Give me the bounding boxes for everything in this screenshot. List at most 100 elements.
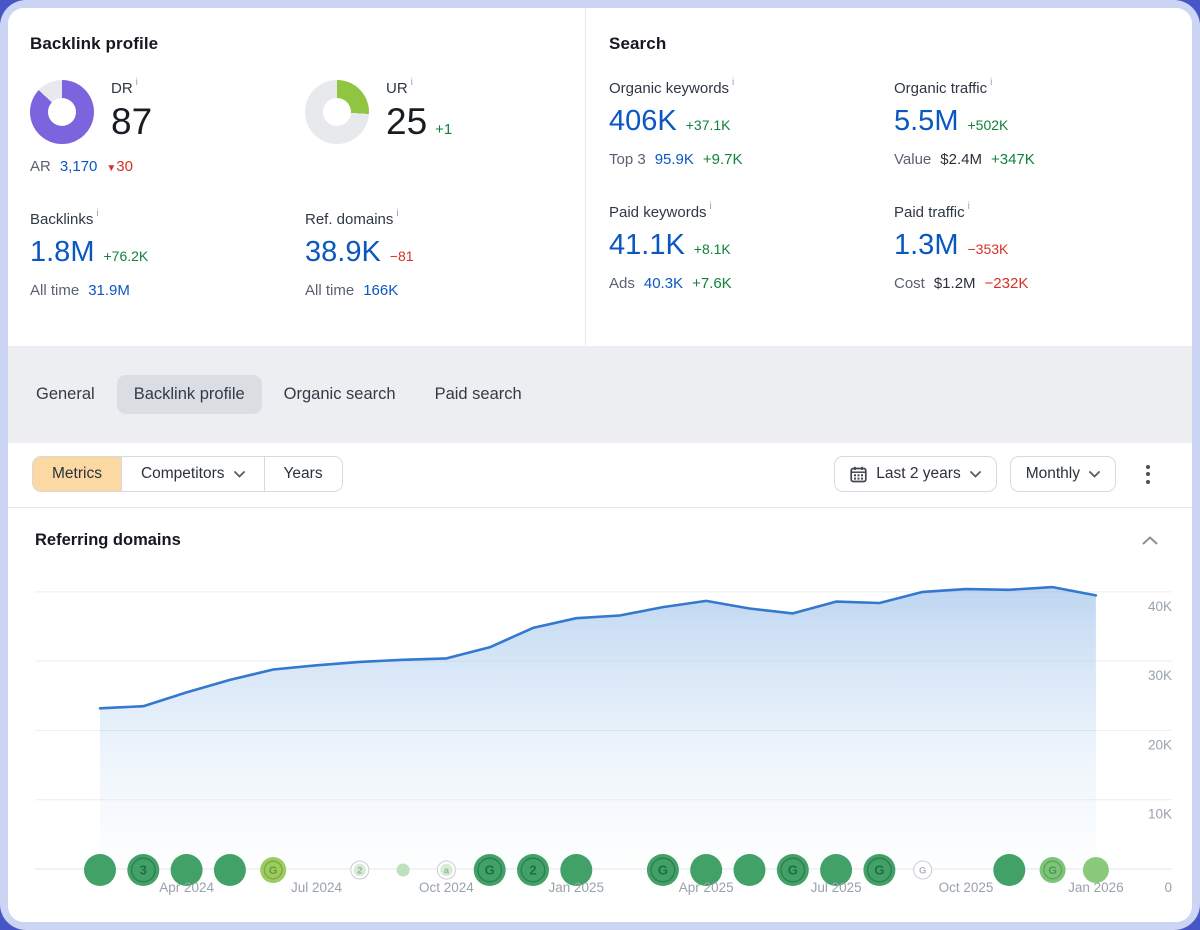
y-axis-label: 30K bbox=[1148, 668, 1172, 683]
marker-glyph: G bbox=[269, 865, 278, 877]
ads-value[interactable]: 40.3K bbox=[644, 275, 683, 292]
organic-traffic-value[interactable]: 5.5M bbox=[894, 105, 958, 138]
paid-traffic-metric: Paid traffic i 1.3M −353K Cost $1.2M −23… bbox=[894, 204, 1182, 292]
info-icon[interactable]: i bbox=[136, 77, 138, 88]
timeline-marker[interactable] bbox=[84, 854, 116, 886]
info-icon[interactable]: i bbox=[396, 208, 398, 219]
marker-glyph: G bbox=[658, 863, 668, 878]
paid-keywords-label: Paid keywords i bbox=[609, 204, 894, 221]
tab-organic-search[interactable]: Organic search bbox=[267, 375, 413, 414]
ar-value[interactable]: 3,170 bbox=[60, 158, 98, 175]
info-icon[interactable]: i bbox=[710, 201, 712, 212]
paid-traffic-value[interactable]: 1.3M bbox=[894, 229, 958, 262]
tab-general[interactable]: General bbox=[19, 375, 112, 414]
ur-delta: +1 bbox=[435, 121, 452, 138]
backlinks-value[interactable]: 1.8M bbox=[30, 236, 94, 269]
backlink-profile-title: Backlink profile bbox=[30, 34, 575, 54]
ads-delta: +7.6K bbox=[692, 275, 732, 292]
paid-keywords-metric: Paid keywords i 41.1K +8.1K Ads 40.3K +7… bbox=[609, 204, 894, 292]
ar-label: AR bbox=[30, 158, 51, 175]
competitors-button[interactable]: Competitors bbox=[122, 457, 265, 491]
tab-paid-search[interactable]: Paid search bbox=[418, 375, 539, 414]
ref-domains-alltime-row: All time 166K bbox=[305, 282, 575, 299]
search-section: Search Organic keywords i 406K +37.1K To… bbox=[585, 8, 1192, 346]
view-segmented-control: Metrics Competitors Years bbox=[32, 456, 343, 492]
tab-bar: General Backlink profile Organic search … bbox=[8, 346, 1192, 443]
info-icon[interactable]: i bbox=[968, 201, 970, 212]
y-axis-label: 10K bbox=[1148, 807, 1172, 822]
chart-title: Referring domains bbox=[35, 531, 181, 550]
ref-domains-alltime-label: All time bbox=[305, 282, 354, 299]
kebab-icon bbox=[1146, 472, 1150, 476]
timeline-marker[interactable] bbox=[734, 854, 766, 886]
cost-delta: −232K bbox=[985, 275, 1029, 292]
kebab-icon bbox=[1146, 465, 1150, 469]
organic-keywords-delta: +37.1K bbox=[686, 117, 731, 133]
kebab-icon bbox=[1146, 480, 1150, 484]
chart-header: Referring domains bbox=[8, 508, 1192, 560]
info-icon[interactable]: i bbox=[732, 77, 734, 88]
ref-domains-value[interactable]: 38.9K bbox=[305, 236, 381, 269]
x-axis-label: Oct 2025 bbox=[939, 880, 994, 895]
y-axis-label: 20K bbox=[1148, 737, 1172, 752]
marker-glyph: G bbox=[788, 863, 798, 878]
top3-row: Top 3 95.9K +9.7K bbox=[609, 151, 894, 168]
ur-label: UR i bbox=[386, 80, 452, 97]
paid-traffic-label-text: Paid traffic bbox=[894, 204, 965, 221]
dr-label-text: DR bbox=[111, 80, 133, 97]
x-axis-label: Jan 2025 bbox=[549, 880, 605, 895]
ar-delta: ▼30 bbox=[106, 158, 133, 175]
ar-row: AR 3,170 ▼30 bbox=[30, 158, 305, 175]
traffic-value-delta: +347K bbox=[991, 151, 1035, 168]
info-icon[interactable]: i bbox=[96, 208, 98, 219]
date-range-button[interactable]: Last 2 years bbox=[834, 456, 996, 492]
chevron-down-icon bbox=[1089, 471, 1100, 478]
traffic-value-row: Value $2.4M +347K bbox=[894, 151, 1182, 168]
competitors-label: Competitors bbox=[141, 465, 225, 483]
timeline-marker[interactable] bbox=[993, 854, 1025, 886]
years-button[interactable]: Years bbox=[265, 457, 342, 491]
calendar-icon bbox=[850, 466, 867, 483]
marker-glyph: G bbox=[919, 865, 926, 876]
info-icon[interactable]: i bbox=[411, 77, 413, 88]
referring-domains-chart[interactable]: 010K20K30K40K3G2aG2GGGGGApr 2024Jul 2024… bbox=[35, 562, 1172, 902]
backlinks-alltime-value[interactable]: 31.9M bbox=[88, 282, 130, 299]
chevron-down-icon bbox=[234, 471, 245, 478]
tab-backlink-profile[interactable]: Backlink profile bbox=[117, 375, 262, 414]
paid-traffic-delta: −353K bbox=[967, 241, 1008, 257]
info-icon[interactable]: i bbox=[990, 77, 992, 88]
timeline-marker[interactable] bbox=[397, 864, 410, 877]
organic-keywords-label-text: Organic keywords bbox=[609, 80, 729, 97]
collapse-section-button[interactable] bbox=[1138, 529, 1162, 552]
dr-metric: DR i 87 AR 3,170 ▼30 bbox=[30, 80, 305, 175]
ref-domains-alltime-value[interactable]: 166K bbox=[363, 282, 398, 299]
granularity-button[interactable]: Monthly bbox=[1010, 456, 1116, 492]
organic-keywords-value[interactable]: 406K bbox=[609, 105, 677, 138]
backlinks-alltime-label: All time bbox=[30, 282, 79, 299]
metrics-button[interactable]: Metrics bbox=[33, 457, 122, 491]
top3-label: Top 3 bbox=[609, 151, 646, 168]
ads-label: Ads bbox=[609, 275, 635, 292]
timeline-marker[interactable] bbox=[214, 854, 246, 886]
traffic-value-amount: $2.4M bbox=[940, 151, 982, 168]
paid-traffic-label: Paid traffic i bbox=[894, 204, 1182, 221]
more-options-button[interactable] bbox=[1138, 461, 1158, 488]
granularity-label: Monthly bbox=[1026, 465, 1080, 483]
marker-glyph: G bbox=[1048, 865, 1057, 877]
y-axis-label: 0 bbox=[1164, 880, 1172, 895]
chevron-up-icon bbox=[1142, 536, 1158, 545]
x-axis-label: Oct 2024 bbox=[419, 880, 474, 895]
marker-glyph: 2 bbox=[357, 865, 362, 876]
x-axis-label: Apr 2025 bbox=[679, 880, 734, 895]
ur-donut-chart bbox=[305, 80, 369, 144]
search-title: Search bbox=[609, 34, 1182, 54]
x-axis-label: Jan 2026 bbox=[1068, 880, 1124, 895]
top3-value[interactable]: 95.9K bbox=[655, 151, 694, 168]
ref-domains-label: Ref. domains i bbox=[305, 211, 575, 228]
stats-section: Backlink profile DR i 87 bbox=[8, 8, 1192, 346]
ref-domains-metric: Ref. domains i 38.9K −81 All time 166K bbox=[305, 211, 575, 299]
ur-value: 25 +1 bbox=[386, 101, 452, 143]
paid-keywords-value[interactable]: 41.1K bbox=[609, 229, 685, 262]
date-range-label: Last 2 years bbox=[876, 465, 960, 483]
ar-delta-value: 30 bbox=[116, 158, 133, 175]
